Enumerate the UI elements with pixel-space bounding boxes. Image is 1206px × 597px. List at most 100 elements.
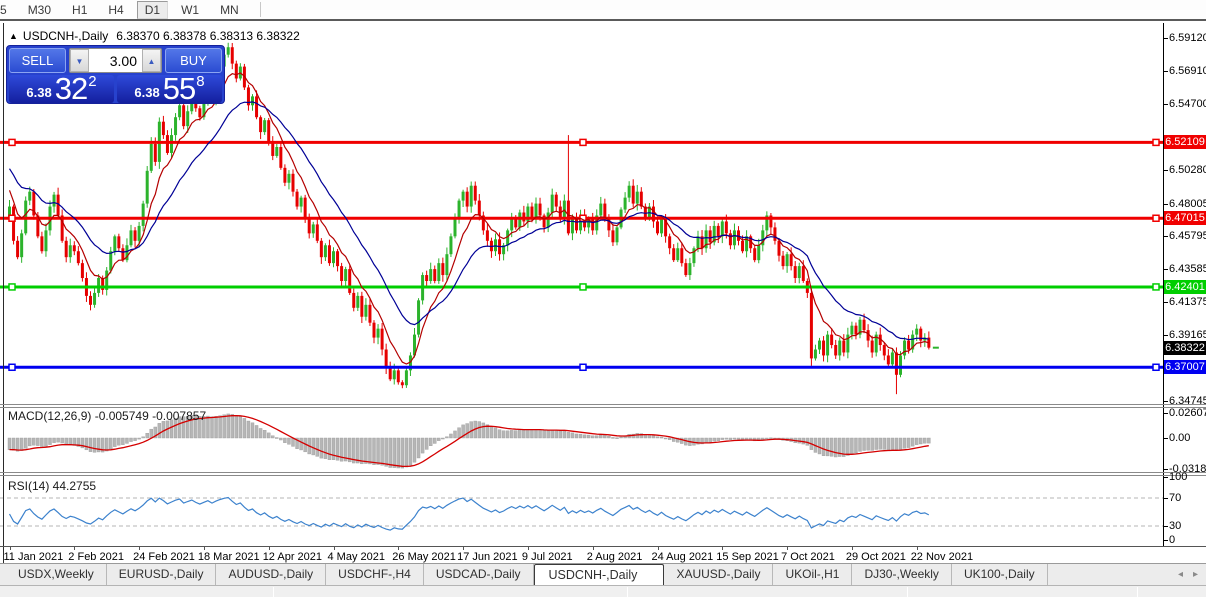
volume-input[interactable]	[89, 49, 142, 72]
one-click-trading-panel: SELL ▼ ▲ BUY 6.38 32 2 6.38 55 8	[6, 45, 225, 104]
timeframe-button-5[interactable]: 5	[0, 1, 15, 19]
chart-title: ▲USDCNH-,Daily6.38370 6.38378 6.38313 6.…	[9, 29, 300, 43]
price-axis-tick-mark	[1163, 38, 1168, 39]
status-divider	[273, 587, 274, 597]
date-axis-tick-mark	[787, 546, 788, 550]
volume-increase-icon[interactable]: ▲	[142, 49, 161, 72]
tab-scroll-controls: ◂ ▸	[1178, 569, 1198, 580]
pane-separator[interactable]	[0, 404, 1206, 405]
chart-tab-xauusd-daily[interactable]: XAUUSD-,Daily	[664, 564, 773, 585]
rsi-axis-tick: 100	[1169, 471, 1206, 483]
price-axis-tick: 6.56910	[1169, 65, 1206, 77]
chart-tab-usdx-weekly[interactable]: USDX,Weekly	[6, 564, 107, 585]
date-axis-label: 15 Sep 2021	[716, 551, 778, 563]
chart-tab-audusd-daily[interactable]: AUDUSD-,Daily	[216, 564, 326, 585]
sell-button[interactable]: SELL	[9, 48, 66, 73]
price-axis-tick-mark	[1163, 170, 1168, 171]
date-axis-label: 24 Aug 2021	[652, 551, 714, 563]
buy-price-main: 55	[163, 76, 195, 102]
rsi-indicator-label: RSI(14) 44.2755	[8, 479, 96, 493]
line-handle[interactable]	[1153, 139, 1159, 145]
tab-scroll-left-icon[interactable]: ◂	[1178, 569, 1183, 580]
series-end-marker	[933, 347, 939, 349]
line-handle[interactable]	[9, 215, 15, 221]
timeframe-button-H4[interactable]: H4	[100, 1, 131, 19]
price-axis-tick: 6.34745	[1169, 395, 1206, 407]
price-axis-tick: 6.39165	[1169, 329, 1206, 341]
rsi-line	[10, 498, 929, 531]
date-axis-tick-mark	[852, 546, 853, 550]
sell-price-display[interactable]: 6.38 32 2	[9, 75, 114, 103]
price-level-badge: 6.37007	[1164, 360, 1206, 374]
sell-price-prefix: 6.38	[26, 85, 51, 100]
rsi-axis-tick: 70	[1169, 492, 1206, 504]
macd-axis-tick-mark	[1163, 469, 1168, 470]
time-axis-line	[0, 546, 1206, 547]
buy-price-prefix: 6.38	[134, 85, 159, 100]
price-axis-tick: 6.50280	[1169, 164, 1206, 176]
sell-price-main: 32	[55, 76, 87, 102]
line-handle[interactable]	[9, 284, 15, 290]
macd-axis-tick: 0.02607	[1169, 407, 1206, 419]
rsi-axis-tick-mark	[1163, 477, 1168, 478]
timeframe-button-MN[interactable]: MN	[212, 1, 247, 19]
line-handle[interactable]	[1153, 284, 1159, 290]
macd-axis-tick: 0.00	[1169, 432, 1206, 444]
price-axis-tick-mark	[1163, 71, 1168, 72]
line-handle[interactable]	[580, 284, 586, 290]
level-lines-layer	[0, 139, 1163, 370]
pane-separator[interactable]	[0, 472, 1206, 473]
date-axis-tick-mark	[398, 546, 399, 550]
chart-tabs: USDX,WeeklyEURUSD-,DailyAUDUSD-,DailyUSD…	[6, 564, 1048, 585]
line-handle[interactable]	[580, 364, 586, 370]
price-axis-tick-mark	[1163, 335, 1168, 336]
price-level-badge: 6.42401	[1164, 280, 1206, 294]
price-axis-tick: 6.48005	[1169, 198, 1206, 210]
date-axis-label: 29 Oct 2021	[846, 551, 906, 563]
timeframe-button-D1[interactable]: D1	[137, 1, 168, 19]
chart-tab-eurusd-daily[interactable]: EURUSD-,Daily	[107, 564, 217, 585]
chart-tab-uk100-daily[interactable]: UK100-,Daily	[952, 564, 1048, 585]
rsi-axis-tick-mark	[1163, 540, 1168, 541]
status-bar	[0, 585, 1206, 597]
chart-tab-usdcad-daily[interactable]: USDCAD-,Daily	[424, 564, 534, 585]
date-axis-tick-mark	[463, 546, 464, 550]
line-handle[interactable]	[9, 364, 15, 370]
volume-decrease-icon[interactable]: ▼	[70, 49, 89, 72]
chart-tab-dj30-weekly[interactable]: DJ30-,Weekly	[852, 564, 951, 585]
collapse-ohlc-icon[interactable]: ▲	[9, 31, 18, 41]
price-level-badge: 6.52109	[1164, 135, 1206, 149]
price-axis-tick-mark	[1163, 236, 1168, 237]
chart-tab-usdchf-h4[interactable]: USDCHF-,H4	[326, 564, 424, 585]
line-handle[interactable]	[9, 139, 15, 145]
pane-separator[interactable]	[0, 475, 1206, 476]
timeframe-button-M30[interactable]: M30	[20, 1, 59, 19]
chart-tab-usdcnh-daily[interactable]: USDCNH-,Daily	[534, 564, 665, 585]
line-handle[interactable]	[580, 139, 586, 145]
timeframe-button-W1[interactable]: W1	[173, 1, 207, 19]
chart-tab-ukoil-h1[interactable]: UKOil-,H1	[773, 564, 852, 585]
price-axis-tick: 6.54700	[1169, 98, 1206, 110]
trading-terminal: 5M30H1H4D1W1MN ▲USDCNH-,Daily6.38370 6.3…	[0, 0, 1206, 597]
price-axis-tick: 6.45795	[1169, 230, 1206, 242]
rsi-axis-tick: 0	[1169, 534, 1206, 546]
date-axis-tick-mark	[334, 546, 335, 550]
pane-separator[interactable]	[0, 407, 1206, 408]
line-handle[interactable]	[1153, 364, 1159, 370]
tab-scroll-right-icon[interactable]: ▸	[1193, 569, 1198, 580]
date-axis-label: 11 Jan 2021	[4, 551, 64, 563]
timeframe-toolbar: 5 M30 H1 H4 D1 W1 MN	[0, 0, 1206, 21]
chart-ohlc-values: 6.38370 6.38378 6.38313 6.38322	[116, 29, 300, 43]
window-left-border	[3, 23, 4, 563]
macd-axis-tick-mark	[1163, 438, 1168, 439]
date-axis-tick-mark	[528, 546, 529, 550]
timeframe-button-H1[interactable]: H1	[64, 1, 95, 19]
date-axis-tick-mark	[917, 546, 918, 550]
buy-price-pip: 8	[196, 73, 204, 90]
date-axis-label: 17 Jun 2021	[457, 551, 518, 563]
date-axis-tick-mark	[658, 546, 659, 550]
line-handle[interactable]	[1153, 215, 1159, 221]
buy-price-display[interactable]: 6.38 55 8	[117, 75, 222, 103]
buy-button[interactable]: BUY	[165, 48, 222, 73]
date-axis-tick-mark	[593, 546, 594, 550]
